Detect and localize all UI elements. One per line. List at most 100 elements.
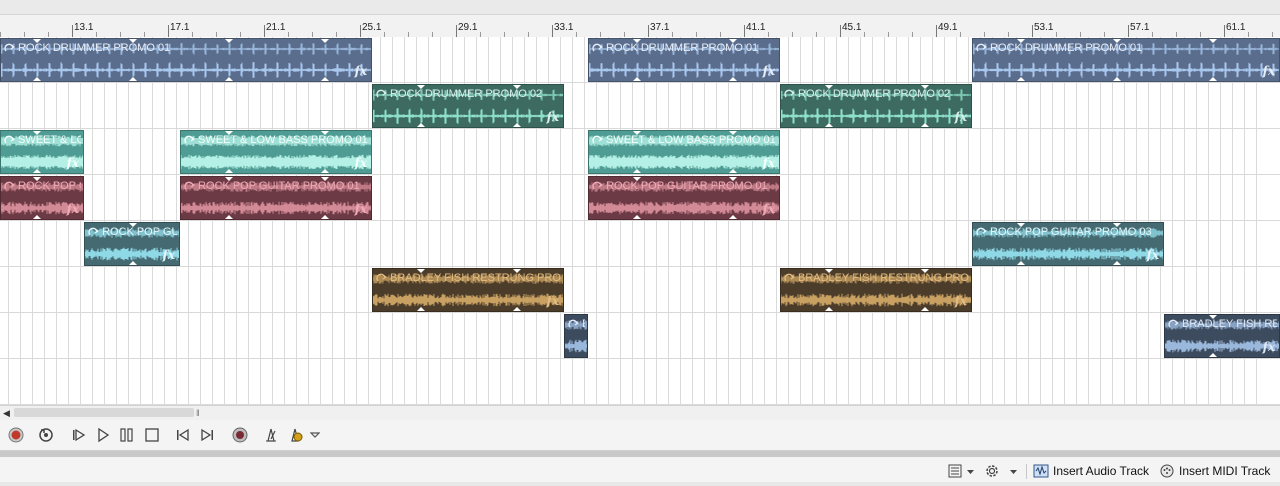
play-from-start-icon [73,428,86,442]
grid-line [200,37,201,405]
grid-line [764,37,765,405]
grid-line [1100,37,1101,405]
clip-fx-icon[interactable]: fx [67,202,79,216]
list-view-icon [948,464,962,478]
record-arm-button[interactable] [231,426,249,444]
clip-label: BRADLEY FISH RESTRUNG PROMO [582,318,585,330]
ruler-tick [840,25,841,37]
scrollbar-thumb[interactable] [14,408,194,417]
clip-fx-icon[interactable]: fx [1263,64,1275,78]
ruler-label: 49.1 [938,22,958,33]
clip-fx-icon[interactable]: fx [763,156,775,170]
rewind-button[interactable] [174,426,192,444]
clip-fx-icon[interactable]: fx [955,294,967,308]
timeline-ruler[interactable]: 13.1 17.1 21.1 25.1 29.1 33.1 37.1 41.1 45.1 49.1… [0,15,1280,38]
loop-marker [129,261,137,265]
loop-marker [417,123,425,127]
loop-marker [513,307,521,311]
view-options-button[interactable] [948,461,975,481]
audio-clip[interactable]: ROCK DRUMMER PROMO 02 fx [372,84,564,128]
clip-fx-icon[interactable]: fx [763,202,775,216]
clip-fx-icon[interactable]: fx [355,202,367,216]
loop-marker [417,85,425,89]
audio-clip[interactable]: BRADLEY FISH RESTRUNG PROMO [564,314,588,358]
settings-button[interactable] [984,461,1000,481]
grid-line [176,37,177,405]
window-bottom-edge [0,482,1280,486]
loop-clip-icon [1168,319,1179,328]
metronome-button[interactable] [262,426,280,444]
fast-forward-button[interactable] [198,426,216,444]
grid-line [632,37,633,405]
clip-label: BRADLEY FISH RESTRUNG PROMO [390,272,561,284]
audio-clip[interactable]: SWEET & LOW BASS PROMO 01 fx [180,130,372,174]
audio-clip[interactable]: SWEET & LOW BASS PROMO 01 fx [0,130,84,174]
track-divider [0,174,1280,175]
ruler-label: 13.1 [74,22,94,33]
clip-fx-icon[interactable]: fx [547,110,559,124]
grid-line [344,37,345,405]
ruler-tick [648,25,649,37]
play-button[interactable] [94,426,112,444]
audio-clip[interactable]: ROCK POP GUITAR PROMO 01 fx [180,176,372,220]
clip-fx-icon[interactable]: fx [1147,248,1159,262]
insert-midi-track-button[interactable]: Insert MIDI Track [1159,461,1270,481]
scrollbar-grip-icon[interactable]: ‖ [196,408,200,418]
track-arrangement-area[interactable]: ROCK DRUMMER PROMO 01 fx ROCK DRUMMER PROM… [0,37,1280,405]
settings-dropdown[interactable] [1009,461,1018,481]
grid-line [1028,37,1029,405]
clip-fx-icon[interactable]: fx [955,110,967,124]
rewind-icon [177,428,189,442]
grid-line [152,37,153,405]
audio-clip[interactable]: ROCK DRUMMER PROMO 01 fx [972,38,1280,82]
grid-line [728,37,729,405]
audio-clip[interactable]: ROCK POP GUITAR PROMO 01 fx [0,176,84,220]
loop-marker [321,131,329,135]
scroll-left-arrow-icon[interactable]: ◀ [3,408,10,419]
play-from-start-button[interactable] [70,426,88,444]
pause-button[interactable] [118,426,136,444]
audio-clip[interactable]: BRADLEY FISH RESTRUNG PROMO fx [372,268,564,312]
audio-clip[interactable]: ROCK POP GUITAR PROMO 03 fx [84,222,180,266]
audio-clip[interactable]: BRADLEY FISH RESTRUNG PROMO fx [780,268,972,312]
audio-clip[interactable]: ROCK DRUMMER PROMO 01 fx [0,38,372,82]
clip-label: ROCK DRUMMER PROMO 02 [798,88,951,100]
record-button[interactable] [7,426,25,444]
clip-label: SWEET & LOW BASS PROMO 01 [198,134,368,146]
audio-clip[interactable]: ROCK DRUMMER PROMO 01 fx [588,38,780,82]
loop-marker [633,169,641,173]
ruler-label: 29.1 [458,22,478,33]
grid-line [44,37,45,405]
clip-fx-icon[interactable]: fx [67,156,79,170]
clip-title: ROCK DRUMMER PROMO 01 [592,41,777,55]
loop-marker [1017,77,1025,81]
stop-button[interactable] [143,426,161,444]
audio-clip[interactable]: ROCK POP GUITAR PROMO 01 fx [588,176,780,220]
clip-fx-icon[interactable]: fx [355,156,367,170]
audio-clip[interactable]: BRADLEY FISH RESTRUNG PROMO fx [1164,314,1280,358]
clip-fx-icon[interactable]: fx [355,64,367,78]
horizontal-scrollbar[interactable]: ◀ ‖ [0,405,1280,420]
clip-title: ROCK POP GUITAR PROMO 01 [592,179,777,193]
clip-fx-icon[interactable]: fx [763,64,775,78]
loop-marker [1017,261,1025,265]
loop-button[interactable] [37,426,55,444]
clip-fx-icon[interactable]: fx [163,248,175,262]
grid-line [332,37,333,405]
audio-clip[interactable]: SWEET & LOW BASS PROMO 01 fx [588,130,780,174]
clip-fx-icon[interactable]: fx [1263,340,1275,354]
grid-line [992,37,993,405]
loop-marker [129,223,137,227]
auto-punch-button[interactable] [286,426,304,444]
insert-audio-track-button[interactable]: Insert Audio Track [1033,461,1149,481]
loop-marker [1209,353,1217,357]
grid-line [692,37,693,405]
audio-clip[interactable]: ROCK DRUMMER PROMO 02 fx [780,84,972,128]
clip-title: ROCK POP GUITAR PROMO 01 [4,179,81,193]
grid-line [704,37,705,405]
audio-clip[interactable]: ROCK POP GUITAR PROMO 03 fx [972,222,1164,266]
loop-marker [729,77,737,81]
clip-fx-icon[interactable]: fx [547,294,559,308]
transport-menu-dropdown[interactable] [308,426,322,444]
grid-line [56,37,57,405]
